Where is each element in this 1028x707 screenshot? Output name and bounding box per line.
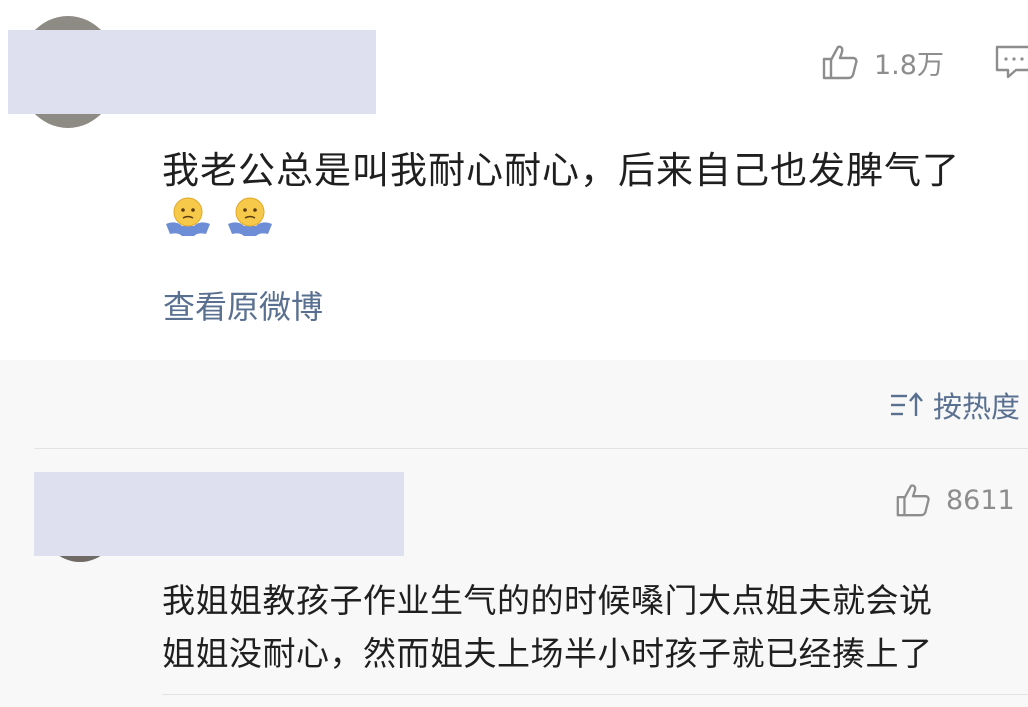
weibo-comment-page: 1.8万 我老公总是叫我耐心耐心，后来自己也发脾气了 查看原微博 按热度 861…: [0, 0, 1028, 707]
redacted-username: [8, 30, 376, 114]
redacted-username: [34, 472, 404, 556]
post-text: 我老公总是叫我耐心耐心，后来自己也发脾气了: [162, 149, 960, 192]
sort-by-hot-button[interactable]: 按热度: [889, 384, 1020, 426]
thumbs-up-icon: [896, 484, 930, 517]
shrug-emoji-icon: [228, 197, 272, 236]
post-like-button[interactable]: 1.8万: [820, 40, 944, 84]
thumbs-up-icon: [822, 45, 858, 80]
comment-like-button[interactable]: 8611: [894, 478, 1015, 522]
comment-icon[interactable]: [994, 44, 1028, 80]
sort-icon: [890, 392, 923, 416]
emoji-row: [162, 194, 276, 240]
comment-text-line: 姐姐没耐心，然而姐夫上场半小时孩子就已经揍上了: [162, 634, 933, 673]
comment-like-count: 8611: [946, 484, 1015, 516]
divider: [34, 448, 1028, 449]
sort-label: 按热度: [932, 390, 1020, 424]
post-like-count: 1.8万: [874, 49, 944, 81]
shrug-emoji-icon: [166, 197, 210, 236]
divider: [162, 694, 1028, 695]
comment-text-line: 我姐姐教孩子作业生气的的时候嗓门大点姐夫就会说: [162, 581, 933, 620]
post-card: 1.8万 我老公总是叫我耐心耐心，后来自己也发脾气了 查看原微博: [0, 0, 1028, 360]
view-original-link[interactable]: 查看原微博: [163, 282, 323, 328]
